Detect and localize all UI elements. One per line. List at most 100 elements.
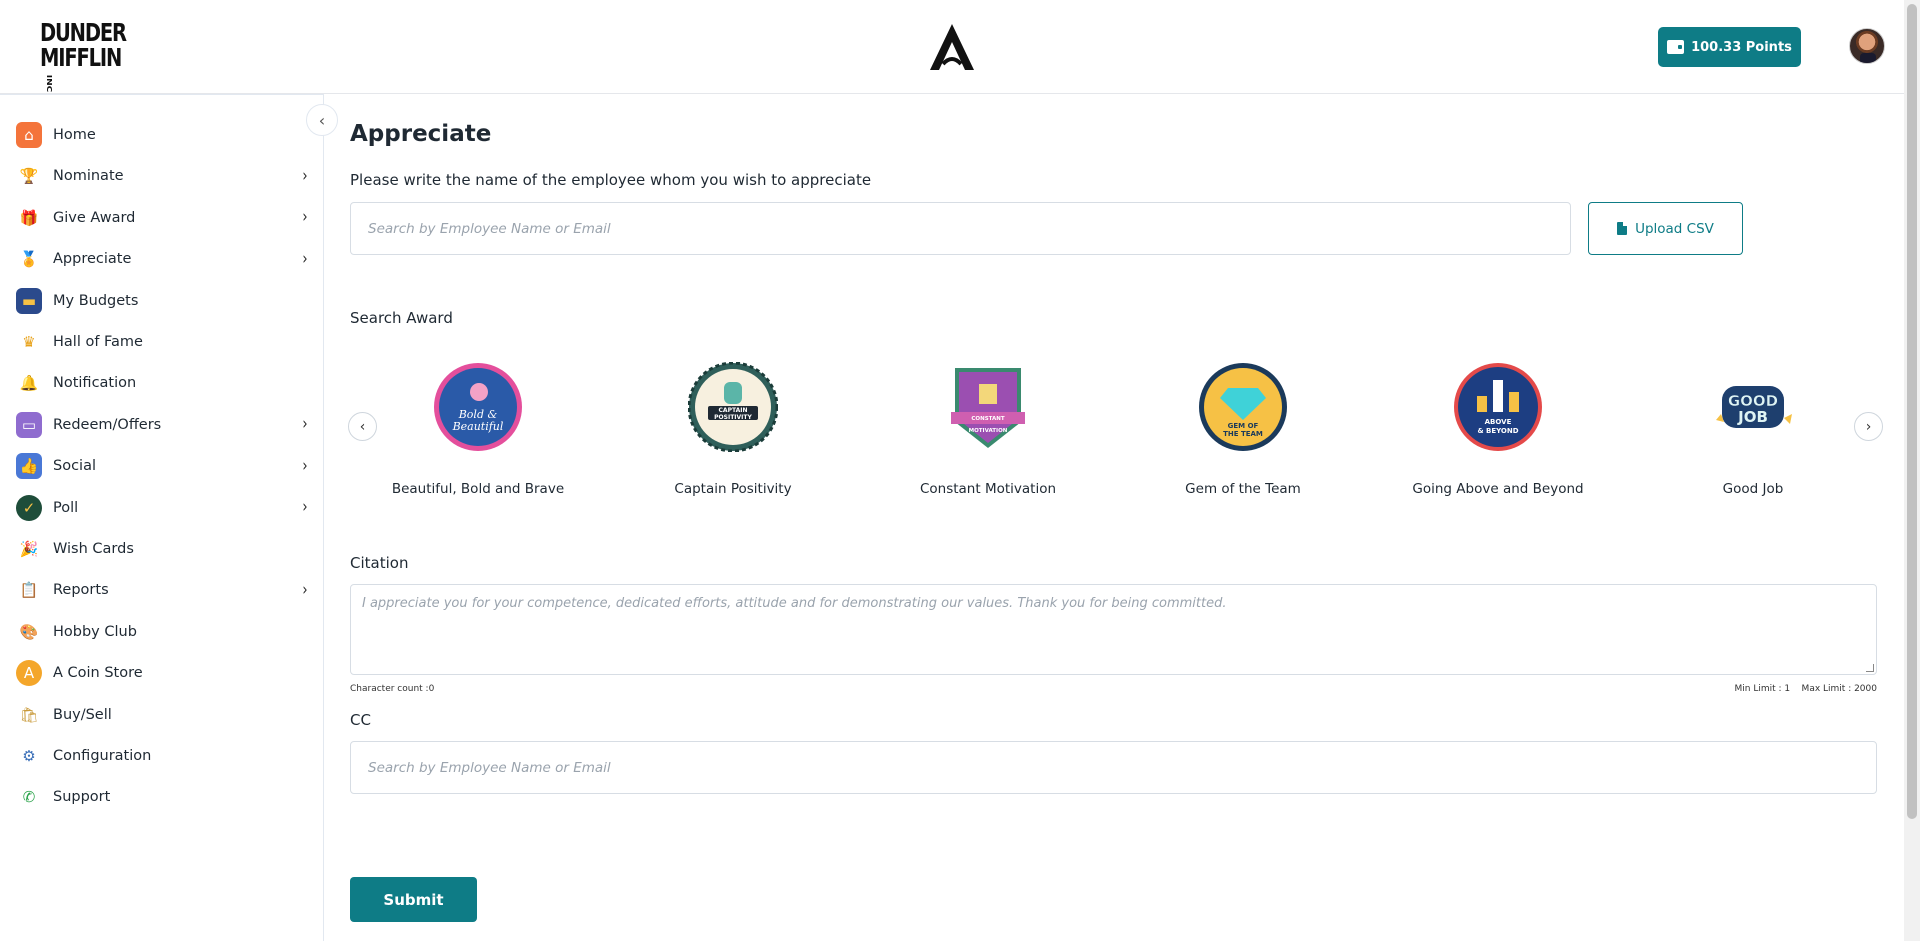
submit-button[interactable]: Submit (350, 877, 477, 922)
character-count: Character count :0 (350, 684, 435, 694)
chevron-right-icon: › (1865, 418, 1872, 435)
wallet-icon: ▬ (16, 287, 42, 314)
sidebar-item-my-budgets[interactable]: ▬ My Budgets (16, 284, 312, 318)
settings-monitor-icon: ⚙ (22, 747, 36, 765)
sidebar-item-appreciate[interactable]: 🏅 Appreciate › (16, 242, 312, 276)
wallet-icon (1667, 40, 1685, 54)
award-name: Constant Motivation (919, 481, 1057, 497)
palette-icon: 🎨 (19, 622, 39, 641)
page-scrollbar[interactable] (1904, 0, 1920, 941)
sidebar-item-label: Give Award (53, 209, 136, 226)
logo-line-1: DUNDER (40, 18, 127, 47)
scrollbar-thumb[interactable] (1907, 4, 1917, 819)
sidebar-item-reports[interactable]: 📋 Reports › (16, 573, 312, 607)
above-and-beyond-badge-icon: ABOVE & BEYOND (1454, 363, 1542, 451)
sidebar-item-label: Home (53, 127, 96, 143)
upload-csv-button[interactable]: Upload CSV (1588, 202, 1743, 255)
sidebar-item-hall-of-fame[interactable]: ♛ Hall of Fame (16, 325, 312, 359)
sidebar-item-social[interactable]: 👍 Social › (16, 449, 312, 483)
sidebar-item-label: Reports (53, 582, 109, 599)
chevron-right-icon: › (302, 249, 308, 269)
bell-icon: 🔔 (19, 374, 39, 393)
citation-placeholder: I appreciate you for your competence, de… (362, 596, 1227, 611)
sidebar-item-home[interactable]: ⌂ Home (16, 118, 312, 152)
chevron-right-icon: › (302, 497, 308, 518)
good-job-badge-icon: GOOD JOB (1716, 386, 1792, 428)
sidebar-item-label: Hall of Fame (53, 334, 143, 350)
logo-line-2: MIFFLIN (40, 43, 122, 72)
gem-of-the-team-badge-icon: GEM OF THE TEAM (1199, 363, 1287, 451)
sidebar-item-nominate[interactable]: 🏆 Nominate › (16, 159, 312, 193)
sidebar-item-label: Redeem/Offers (53, 416, 162, 433)
sidebar-item-configuration[interactable]: ⚙ Configuration (16, 739, 312, 773)
points-button[interactable]: 100.33 Points (1658, 27, 1801, 67)
sidebar-item-label: Nominate (53, 168, 124, 185)
chevron-right-icon: › (302, 580, 308, 601)
clipboard-icon: 📋 (19, 581, 39, 600)
sidebar-item-redeem-offers[interactable]: ▭ Redeem/Offers › (16, 408, 312, 442)
sidebar-item-buy-sell[interactable]: 🛍 Buy/Sell (16, 698, 312, 732)
upload-csv-label: Upload CSV (1635, 220, 1714, 237)
sidebar-item-label: Support (53, 789, 111, 806)
chevron-right-icon: › (302, 208, 308, 228)
award-name: Beautiful, Bold and Brave (391, 481, 565, 497)
sidebar-item-support[interactable]: ✆ Support (16, 780, 312, 814)
chevron-right-icon: › (302, 415, 308, 435)
sidebar-item-label: Social (53, 458, 96, 475)
search-award-label: Search Award (350, 309, 453, 327)
citation-label: Citation (350, 554, 409, 572)
sidebar-item-give-award[interactable]: 🎁 Give Award › (16, 201, 312, 235)
svg-text:JOB: JOB (1737, 408, 1768, 426)
svg-text:CAPTAIN: CAPTAIN (719, 407, 748, 414)
resize-handle-icon[interactable] (1866, 664, 1874, 672)
file-icon (1617, 222, 1628, 235)
award-card[interactable]: Bold & Beautiful Beautiful, Bold and Bra… (368, 362, 588, 497)
award-name: Going Above and Beyond (1412, 481, 1584, 497)
phone-icon: ✆ (22, 788, 36, 807)
sidebar-item-a-coin-store[interactable]: A A Coin Store (16, 656, 312, 690)
citation-textarea[interactable]: I appreciate you for your competence, de… (350, 584, 1877, 675)
sidebar-item-label: A Coin Store (53, 665, 143, 682)
chevron-right-icon: › (302, 456, 308, 476)
svg-text:MOTIVATION: MOTIVATION (969, 428, 1008, 434)
sidebar-item-hobby-club[interactable]: 🎨 Hobby Club (16, 615, 312, 649)
user-avatar[interactable] (1849, 28, 1885, 64)
award-card[interactable]: GEM OF THE TEAM Gem of the Team (1133, 362, 1353, 497)
cc-label: CC (350, 711, 371, 729)
bold-beautiful-badge-icon: Bold & Beautiful (434, 363, 522, 451)
app-logo-icon[interactable] (928, 22, 976, 72)
coupon-icon: ▭ (16, 411, 42, 438)
instruction-text: Please write the name of the employee wh… (350, 171, 872, 189)
sidebar-item-label: Buy/Sell (53, 706, 112, 723)
sidebar-item-label: Hobby Club (53, 623, 137, 640)
chevron-right-icon: › (302, 166, 308, 187)
top-bar: DUNDER MIFFLIN INC 100.33 Points (0, 0, 1904, 94)
svg-text:POSITIVITY: POSITIVITY (714, 414, 752, 421)
sidebar-item-notification[interactable]: 🔔 Notification (16, 366, 312, 400)
home-icon: ⌂ (16, 122, 42, 148)
svg-text:THE TEAM: THE TEAM (1223, 430, 1263, 438)
employee-search-input[interactable]: Search by Employee Name or Email (350, 202, 1571, 255)
award-card[interactable]: GOOD JOB Good Job (1643, 362, 1863, 497)
award-name: Gem of the Team (1185, 481, 1301, 497)
svg-text:ABOVE: ABOVE (1485, 418, 1512, 426)
coin-icon: A (16, 660, 42, 687)
limit-info: Min Limit : 1 Max Limit : 2000 (1734, 684, 1877, 694)
sidebar-item-label: Wish Cards (53, 541, 134, 557)
captain-positivity-badge-icon: CAPTAIN POSITIVITY (687, 361, 779, 453)
party-popper-icon: 🎉 (19, 540, 39, 558)
gift-icon: 🎁 (19, 208, 39, 227)
svg-text:CONSTANT: CONSTANT (971, 416, 1004, 422)
sidebar-item-wish-cards[interactable]: 🎉 Wish Cards (16, 532, 312, 566)
cc-search-input[interactable]: Search by Employee Name or Email (350, 741, 1877, 794)
shopping-bags-icon: 🛍 (19, 705, 39, 724)
award-card[interactable]: CONSTANT MOTIVATION Constant Motivation (878, 362, 1098, 497)
award-card[interactable]: CAPTAIN POSITIVITY Captain Positivity (623, 361, 843, 497)
award-card[interactable]: ABOVE & BEYOND Going Above and Beyond (1388, 362, 1608, 497)
company-logo[interactable]: DUNDER MIFFLIN INC (40, 18, 127, 96)
svg-text:& BEYOND: & BEYOND (1477, 427, 1518, 435)
sidebar-item-label: My Budgets (53, 292, 139, 309)
sidebar-item-poll[interactable]: ✓ Poll › (16, 491, 312, 525)
sidebar-item-label: Configuration (53, 748, 152, 764)
like-icon: 👍 (16, 453, 42, 480)
